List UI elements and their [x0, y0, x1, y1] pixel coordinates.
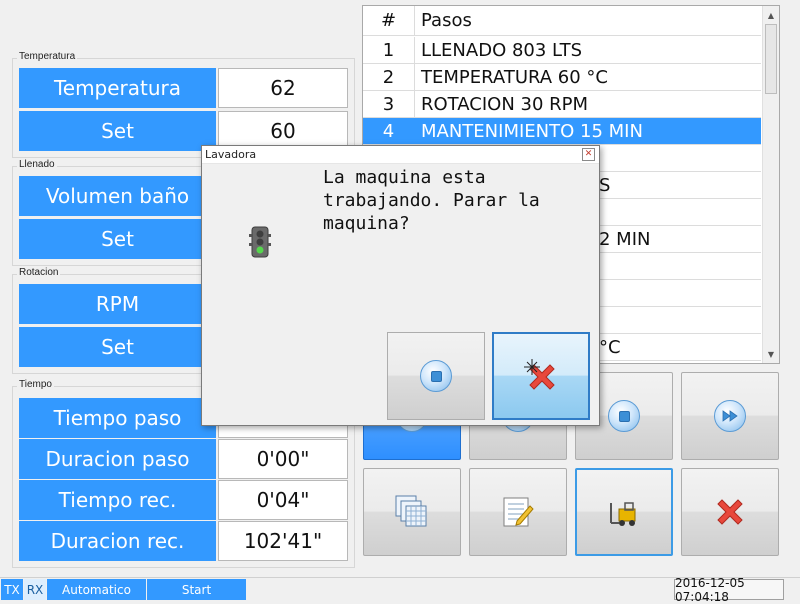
table-row[interactable]: 2 TEMPERATURA 60 °C: [363, 64, 761, 91]
forklift-button[interactable]: [575, 468, 673, 556]
duracion-paso-value: 0'00": [218, 439, 348, 479]
column-header-pasos[interactable]: Pasos: [421, 6, 472, 35]
forklift-icon: [610, 502, 636, 526]
row-step: °C: [599, 336, 621, 358]
dialog-message-line: La maquina esta: [323, 167, 486, 188]
scroll-down-icon[interactable]: ▼: [763, 346, 779, 362]
tx-indicator: TX: [1, 579, 23, 600]
row-step: LLENADO 803 LTS: [421, 39, 583, 61]
group-title: Llenado: [17, 159, 57, 170]
duracion-paso-label: Duracion paso: [19, 439, 216, 479]
stop-icon: [420, 360, 452, 392]
column-header-number[interactable]: #: [363, 6, 415, 35]
traffic-light-icon: [249, 226, 271, 258]
temperatura-set-label: Set: [19, 111, 216, 151]
volumen-bano-label: Volumen baño: [19, 176, 216, 216]
dialog-titlebar[interactable]: Lavadora ✕: [202, 146, 599, 164]
dialog-message-line: maquina?: [323, 213, 410, 234]
rotacion-set-label: Set: [19, 327, 216, 367]
group-title: Temperatura: [17, 51, 78, 62]
cancel-x-icon: [717, 499, 743, 525]
row-step: ROTACION 30 RPM: [421, 93, 589, 115]
dialog-cancel-button[interactable]: [492, 332, 590, 420]
dialog-message-line: trabajando. Parar la: [323, 190, 540, 211]
fast-forward-icon: [714, 400, 746, 432]
tiempo-rec-value: 0'04": [218, 480, 348, 520]
duracion-rec-value: 102'41": [218, 521, 348, 561]
row-number: 3: [363, 91, 415, 117]
duracion-rec-label: Duracion rec.: [19, 521, 216, 561]
table-row[interactable]: 3 ROTACION 30 RPM: [363, 91, 761, 118]
stop-icon: [608, 400, 640, 432]
dialog-message: La maquina esta trabajando. Parar la maq…: [323, 166, 573, 235]
rpm-label: RPM: [19, 284, 216, 324]
scroll-thumb[interactable]: [765, 24, 777, 94]
group-title: Rotacion: [17, 267, 61, 278]
dialog-title: Lavadora: [205, 148, 257, 161]
row-step: TEMPERATURA 60 °C: [421, 66, 608, 88]
row-step: MANTENIMIENTO 15 MIN: [421, 120, 643, 142]
table-row[interactable]: 1 LLENADO 803 LTS: [363, 37, 761, 64]
edit-sheet-icon: [503, 497, 534, 527]
row-number: 2: [363, 64, 415, 90]
cancel-x-icon: [524, 359, 555, 390]
table-header: # Pasos: [363, 6, 761, 36]
cancel-button[interactable]: [681, 468, 779, 556]
mode-indicator: Automatico: [47, 579, 146, 600]
group-title: Tiempo: [17, 379, 54, 390]
confirm-dialog[interactable]: Lavadora ✕ La maquina esta trabajando. P…: [201, 145, 600, 426]
rx-indicator: RX: [24, 579, 46, 600]
row-step: 2 MIN: [599, 228, 651, 250]
edit-program-button[interactable]: [469, 468, 567, 556]
tiempo-paso-label: Tiempo paso: [19, 398, 216, 438]
temperatura-label: Temperatura: [19, 68, 216, 108]
row-step: S: [599, 174, 611, 196]
dialog-stop-button[interactable]: [387, 332, 485, 420]
tiempo-rec-label: Tiempo rec.: [19, 480, 216, 520]
status-bar: TX RX Automatico Start 2016-12-05 07:04:…: [0, 576, 800, 604]
row-number: 4: [363, 118, 415, 144]
copy-program-button[interactable]: [363, 468, 461, 556]
datetime-display: 2016-12-05 07:04:18: [674, 576, 784, 604]
scroll-up-icon[interactable]: ▲: [763, 7, 779, 23]
vertical-scrollbar[interactable]: ▲ ▼: [762, 6, 779, 363]
llenado-set-label: Set: [19, 219, 216, 259]
row-number: 1: [363, 37, 415, 63]
fast-forward-button[interactable]: [681, 372, 779, 460]
temperatura-value[interactable]: 62: [218, 68, 348, 108]
start-indicator: Start: [147, 579, 246, 600]
copy-grid-icon: [395, 495, 427, 527]
table-row-selected[interactable]: 4 MANTENIMIENTO 15 MIN: [363, 118, 761, 145]
close-icon[interactable]: ✕: [582, 148, 595, 161]
